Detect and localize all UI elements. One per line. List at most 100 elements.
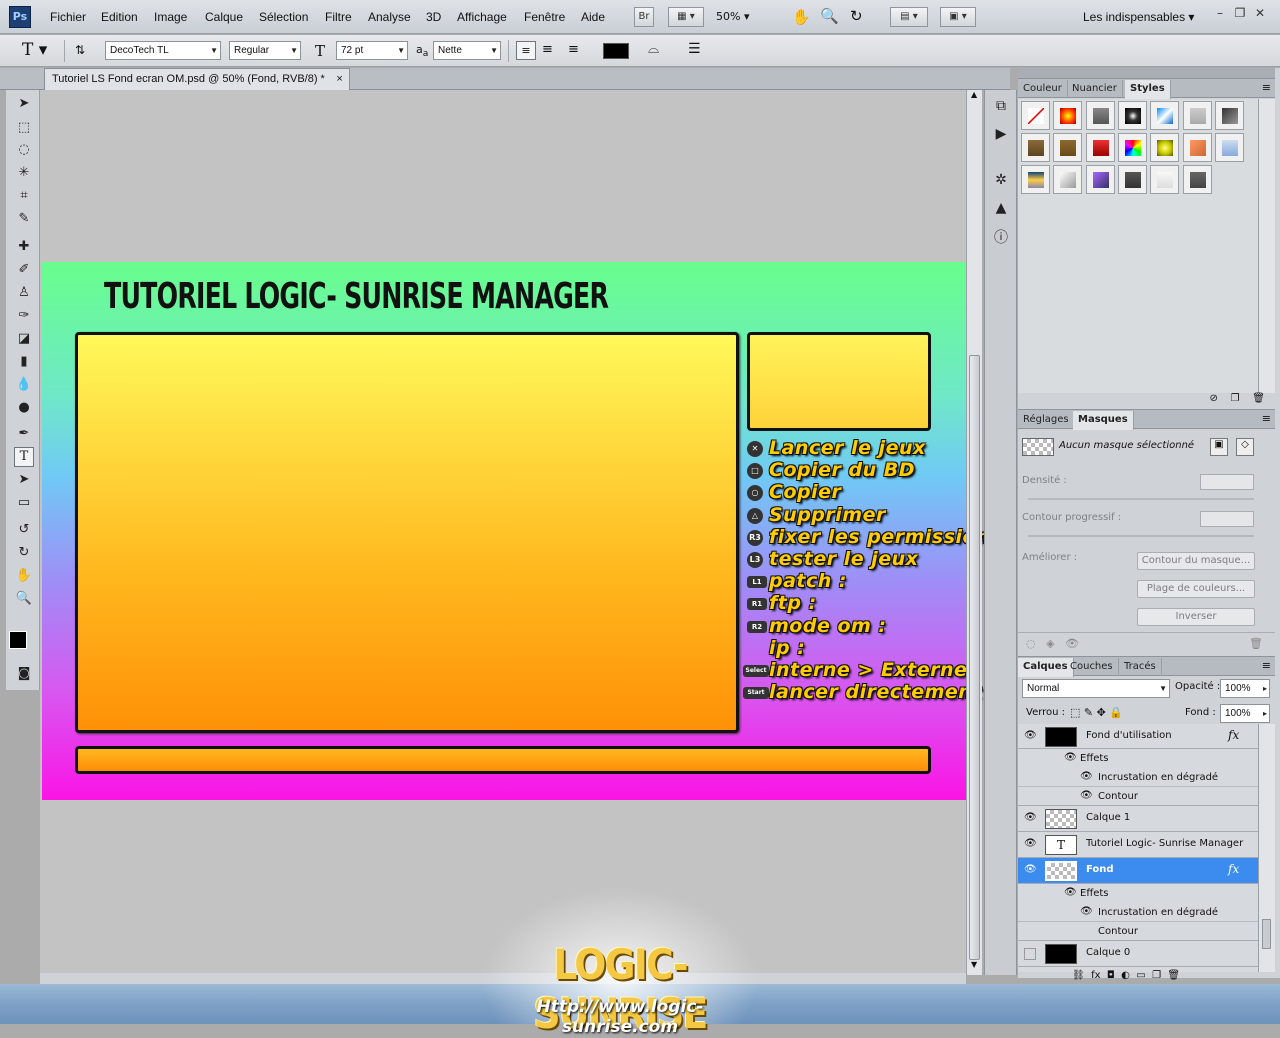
marquee-tool-icon[interactable]: ⬚ xyxy=(14,118,34,138)
style-swatch[interactable] xyxy=(1117,101,1147,130)
anti-alias-select[interactable]: Nette ▼ xyxy=(433,41,501,60)
panel-menu-icon[interactable]: ≡ xyxy=(1262,659,1271,672)
magic-wand-icon[interactable]: ✳ xyxy=(14,163,34,183)
document-tab[interactable]: Tutoriel LS Fond ecran OM.psd @ 50% (Fon… xyxy=(44,68,350,90)
feather-input[interactable] xyxy=(1200,511,1254,527)
layers-scrollbar[interactable] xyxy=(1258,724,1275,972)
font-family-select[interactable]: DecoTech TL ▼ xyxy=(105,41,221,60)
histogram-panel-icon[interactable]: ▲ xyxy=(991,198,1011,218)
layer-row[interactable]: 👁 Calque 1 xyxy=(1018,806,1258,832)
clear-style-icon[interactable]: ⊘ xyxy=(1210,393,1218,404)
info-panel-icon[interactable]: ⓘ xyxy=(991,228,1011,248)
panel-menu-icon[interactable]: ≡ xyxy=(1262,81,1271,94)
close-icon[interactable]: ✕ xyxy=(1250,6,1270,20)
new-style-icon[interactable]: ❐ xyxy=(1231,393,1240,404)
view-extras-button[interactable]: ▦ ▾ xyxy=(668,7,704,27)
tab-couleur[interactable]: Couleur xyxy=(1018,80,1068,98)
align-left-icon[interactable]: ≡ xyxy=(516,41,536,60)
effect-row[interactable]: 👁 Incrustation en dégradé xyxy=(1018,768,1258,787)
workspace-switcher[interactable]: Les indispensables ▾ xyxy=(1083,10,1194,24)
tab-masques[interactable]: Masques xyxy=(1073,411,1134,430)
style-swatch[interactable] xyxy=(1150,165,1180,194)
fill-input[interactable]: 100% ▸ xyxy=(1220,704,1270,723)
effect-row[interactable]: 👁 Incrustation en dégradé xyxy=(1018,903,1258,922)
scroll-up-icon[interactable]: ▲ xyxy=(971,90,977,99)
menu-affichage[interactable]: Affichage xyxy=(457,10,507,24)
feather-slider[interactable] xyxy=(1028,535,1254,537)
vector-mask-icon[interactable]: ◇ xyxy=(1236,438,1254,456)
style-swatch[interactable] xyxy=(1117,165,1147,194)
style-swatch[interactable] xyxy=(1085,133,1115,162)
font-size-select[interactable]: 72 pt ▼ xyxy=(336,41,408,60)
style-swatch[interactable] xyxy=(1053,165,1083,194)
tab-styles[interactable]: Styles xyxy=(1125,80,1171,99)
scrollbar-thumb[interactable] xyxy=(1262,919,1271,949)
align-center-icon[interactable]: ≡ xyxy=(542,42,553,57)
disable-mask-icon[interactable]: 👁 xyxy=(1065,637,1079,650)
style-swatch[interactable] xyxy=(1021,133,1050,162)
screen-mode-button[interactable]: ▣ ▾ xyxy=(940,7,976,27)
effects-row[interactable]: 👁 Effets xyxy=(1018,884,1258,903)
effect-row[interactable]: Contour xyxy=(1018,922,1258,941)
zoom-tool-icon[interactable]: 🔍 xyxy=(14,589,34,609)
tab-traces[interactable]: Tracés xyxy=(1119,658,1162,676)
apply-mask-icon[interactable]: ◈ xyxy=(1046,637,1054,650)
dodge-tool-icon[interactable]: ● xyxy=(14,398,34,418)
eraser-tool-icon[interactable]: ◪ xyxy=(14,329,34,349)
crop-tool-icon[interactable]: ⌗ xyxy=(14,186,34,206)
layer-row[interactable]: 👁 T Tutoriel Logic- Sunrise Manager xyxy=(1018,832,1258,858)
style-swatch[interactable] xyxy=(1117,133,1147,162)
new-layer-icon[interactable]: ❐ xyxy=(1152,970,1161,981)
fx-icon[interactable]: fx xyxy=(1228,728,1239,742)
blur-tool-icon[interactable]: 💧 xyxy=(14,375,34,395)
color-range-button[interactable]: Plage de couleurs... xyxy=(1137,580,1255,598)
load-selection-icon[interactable]: ◌ xyxy=(1026,637,1036,650)
delete-style-icon[interactable]: 🗑 xyxy=(1252,393,1265,404)
menu-fenetre[interactable]: Fenêtre xyxy=(524,10,565,24)
style-swatch[interactable] xyxy=(1214,133,1244,162)
menu-aide[interactable]: Aide xyxy=(581,10,605,24)
menu-filtre[interactable]: Filtre xyxy=(325,10,352,24)
history-panel-icon[interactable]: ⧉ xyxy=(991,96,1011,116)
tab-nuancier[interactable]: Nuancier xyxy=(1067,80,1123,98)
actions-panel-icon[interactable]: ▶ xyxy=(991,124,1011,144)
clone-stamp-icon[interactable]: ♙ xyxy=(14,283,34,303)
3d-rotate-icon[interactable]: ↺ xyxy=(14,520,34,540)
shape-tool-icon[interactable]: ▭ xyxy=(14,493,34,513)
style-swatch[interactable] xyxy=(1021,101,1050,130)
hand-tool-icon[interactable]: ✋ xyxy=(792,8,811,26)
density-input[interactable] xyxy=(1200,474,1254,490)
style-swatch[interactable] xyxy=(1214,101,1244,130)
style-swatch[interactable] xyxy=(1085,165,1115,194)
add-mask-icon[interactable]: ◘ xyxy=(1107,970,1115,981)
hand-tool-icon[interactable]: ✋ xyxy=(14,566,34,586)
warp-text-icon[interactable]: ⌓ xyxy=(648,41,659,57)
path-selection-icon[interactable]: ➤ xyxy=(14,470,34,490)
tab-couches[interactable]: Couches xyxy=(1065,658,1119,676)
3d-orbit-icon[interactable]: ↻ xyxy=(14,543,34,563)
zoom-level[interactable]: 50% ▾ xyxy=(716,10,749,23)
fx-add-icon[interactable]: fx xyxy=(1091,970,1100,981)
menu-image[interactable]: Image xyxy=(154,10,187,24)
opacity-input[interactable]: 100% ▸ xyxy=(1220,679,1270,698)
eyedropper-tool-icon[interactable]: ✎ xyxy=(14,209,34,229)
tab-reglages[interactable]: Réglages xyxy=(1018,411,1075,429)
effect-row[interactable]: 👁 Contour xyxy=(1018,787,1258,806)
invert-button[interactable]: Inverser xyxy=(1137,608,1255,626)
document-canvas[interactable]: TUTORIEL LOGIC- SUNRISE MANAGER ✕ Lancer … xyxy=(42,262,1001,800)
style-swatch[interactable] xyxy=(1085,101,1115,130)
navigator-panel-icon[interactable]: ✲ xyxy=(991,170,1011,190)
text-color-swatch[interactable] xyxy=(603,43,629,59)
delete-layer-icon[interactable]: 🗑 xyxy=(1167,970,1180,981)
text-orientation-icon[interactable]: ⇅ xyxy=(75,43,85,57)
align-right-icon[interactable]: ≡ xyxy=(568,42,579,57)
rotate-view-icon[interactable]: ↻ xyxy=(850,7,863,25)
menu-calque[interactable]: Calque xyxy=(205,10,243,24)
character-panel-icon[interactable]: ☰ xyxy=(688,41,701,57)
menu-selection[interactable]: Sélection xyxy=(259,10,308,24)
link-layers-icon[interactable]: ⛓ xyxy=(1072,970,1085,981)
menu-analyse[interactable]: Analyse xyxy=(368,10,411,24)
style-swatch[interactable] xyxy=(1150,133,1180,162)
adjustment-layer-icon[interactable]: ◐ xyxy=(1121,970,1130,981)
move-tool-icon[interactable]: ➤ xyxy=(14,94,34,114)
